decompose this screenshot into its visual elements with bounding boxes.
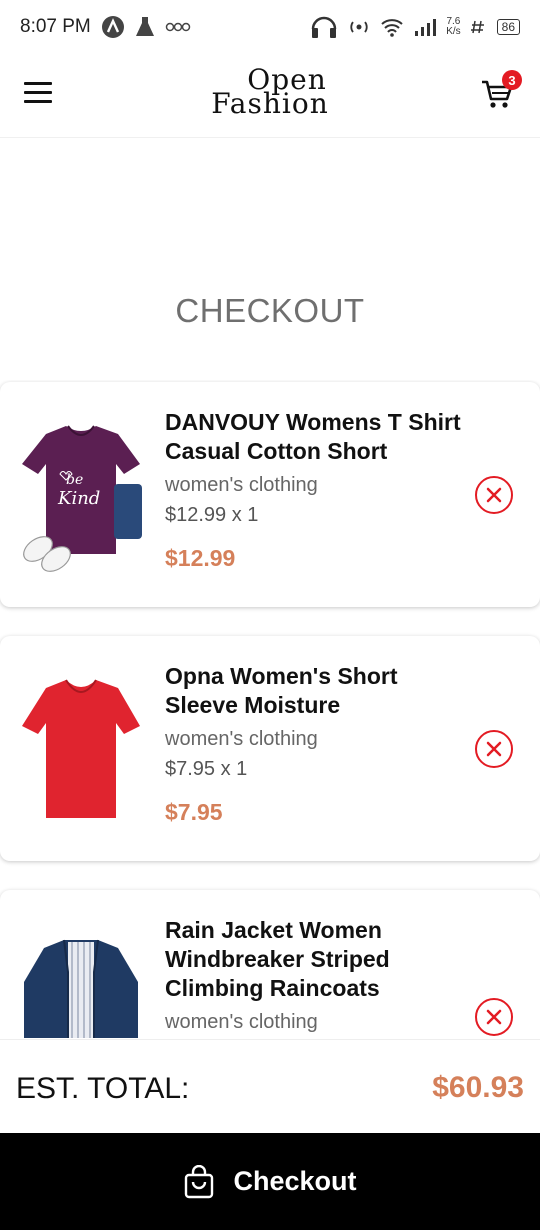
red-tshirt-thumbnail xyxy=(22,679,140,818)
signal-icon xyxy=(414,18,437,36)
product-name: DANVOUY Womens T Shirt Casual Cotton Sho… xyxy=(165,409,461,464)
close-icon xyxy=(486,741,502,757)
voicemail-icon xyxy=(165,20,191,34)
product-line-total: $7.95 xyxy=(165,799,223,825)
volte-icon xyxy=(470,19,487,35)
battery-indicator: 86 xyxy=(496,19,520,35)
product-line-total: $12.99 xyxy=(165,545,236,571)
cart-item: Rain Jacket Women Windbreaker Striped Cl… xyxy=(0,890,540,1038)
app-header: Open Fashion 3 xyxy=(0,54,540,138)
estimated-total-bar: EST. TOTAL: $60.93 xyxy=(0,1039,540,1133)
remove-item-button[interactable] xyxy=(475,998,513,1036)
status-bar: 8:07 PM 7.6 K/s 86 xyxy=(0,0,540,54)
product-category: women's clothing xyxy=(165,474,318,496)
logo-line-2: Fashion xyxy=(211,87,329,120)
estimated-total-value: $60.93 xyxy=(432,1071,524,1104)
cart-item-info: Opna Women's Short Sleeve Moisture women… xyxy=(165,662,465,826)
page-title: CHECKOUT xyxy=(175,292,365,329)
checkout-button-label: Checkout xyxy=(233,1166,357,1196)
product-price-quantity: $7.95 x 1 xyxy=(165,758,248,780)
product-category: women's clothing xyxy=(165,728,318,750)
hotspot-icon xyxy=(348,18,370,36)
svg-text:Kind: Kind xyxy=(57,488,100,509)
wifi-icon xyxy=(380,17,404,37)
product-name: Rain Jacket Women Windbreaker Striped Cl… xyxy=(165,917,390,1001)
cart-button[interactable]: 3 xyxy=(480,70,522,112)
headset-icon xyxy=(310,15,338,39)
close-icon xyxy=(486,1009,502,1025)
flask-icon xyxy=(135,16,155,38)
cart-item-list[interactable]: be Kind DANVOUY Womens T Shirt Casual Co… xyxy=(0,380,540,1038)
svg-text:be: be xyxy=(66,472,83,488)
shopping-bag-icon xyxy=(185,1164,214,1198)
navy-jacket-thumbnail xyxy=(24,939,138,1038)
a-circle-icon xyxy=(101,15,125,39)
close-icon xyxy=(486,487,502,503)
checkout-button[interactable]: Checkout xyxy=(0,1133,540,1230)
product-name: Opna Women's Short Sleeve Moisture xyxy=(165,663,398,718)
purple-tshirt-thumbnail: be Kind xyxy=(22,425,142,572)
remove-item-button[interactable] xyxy=(475,476,513,514)
cart-item: be Kind DANVOUY Womens T Shirt Casual Co… xyxy=(0,382,540,607)
cart-item-info: DANVOUY Womens T Shirt Casual Cotton Sho… xyxy=(165,408,465,572)
cart-count-badge: 3 xyxy=(502,70,522,90)
cart-item-info: Rain Jacket Women Windbreaker Striped Cl… xyxy=(165,916,465,1034)
estimated-total-label: EST. TOTAL: xyxy=(16,1072,190,1105)
product-price-quantity: $12.99 x 1 xyxy=(165,504,259,526)
cart-item: Opna Women's Short Sleeve Moisture women… xyxy=(0,636,540,861)
brand-logo: Open Fashion xyxy=(0,66,540,120)
product-category: women's clothing xyxy=(165,1011,318,1033)
status-time: 8:07 PM xyxy=(20,16,91,37)
network-speed: 7.6 K/s xyxy=(446,16,461,37)
remove-item-button[interactable] xyxy=(475,730,513,768)
